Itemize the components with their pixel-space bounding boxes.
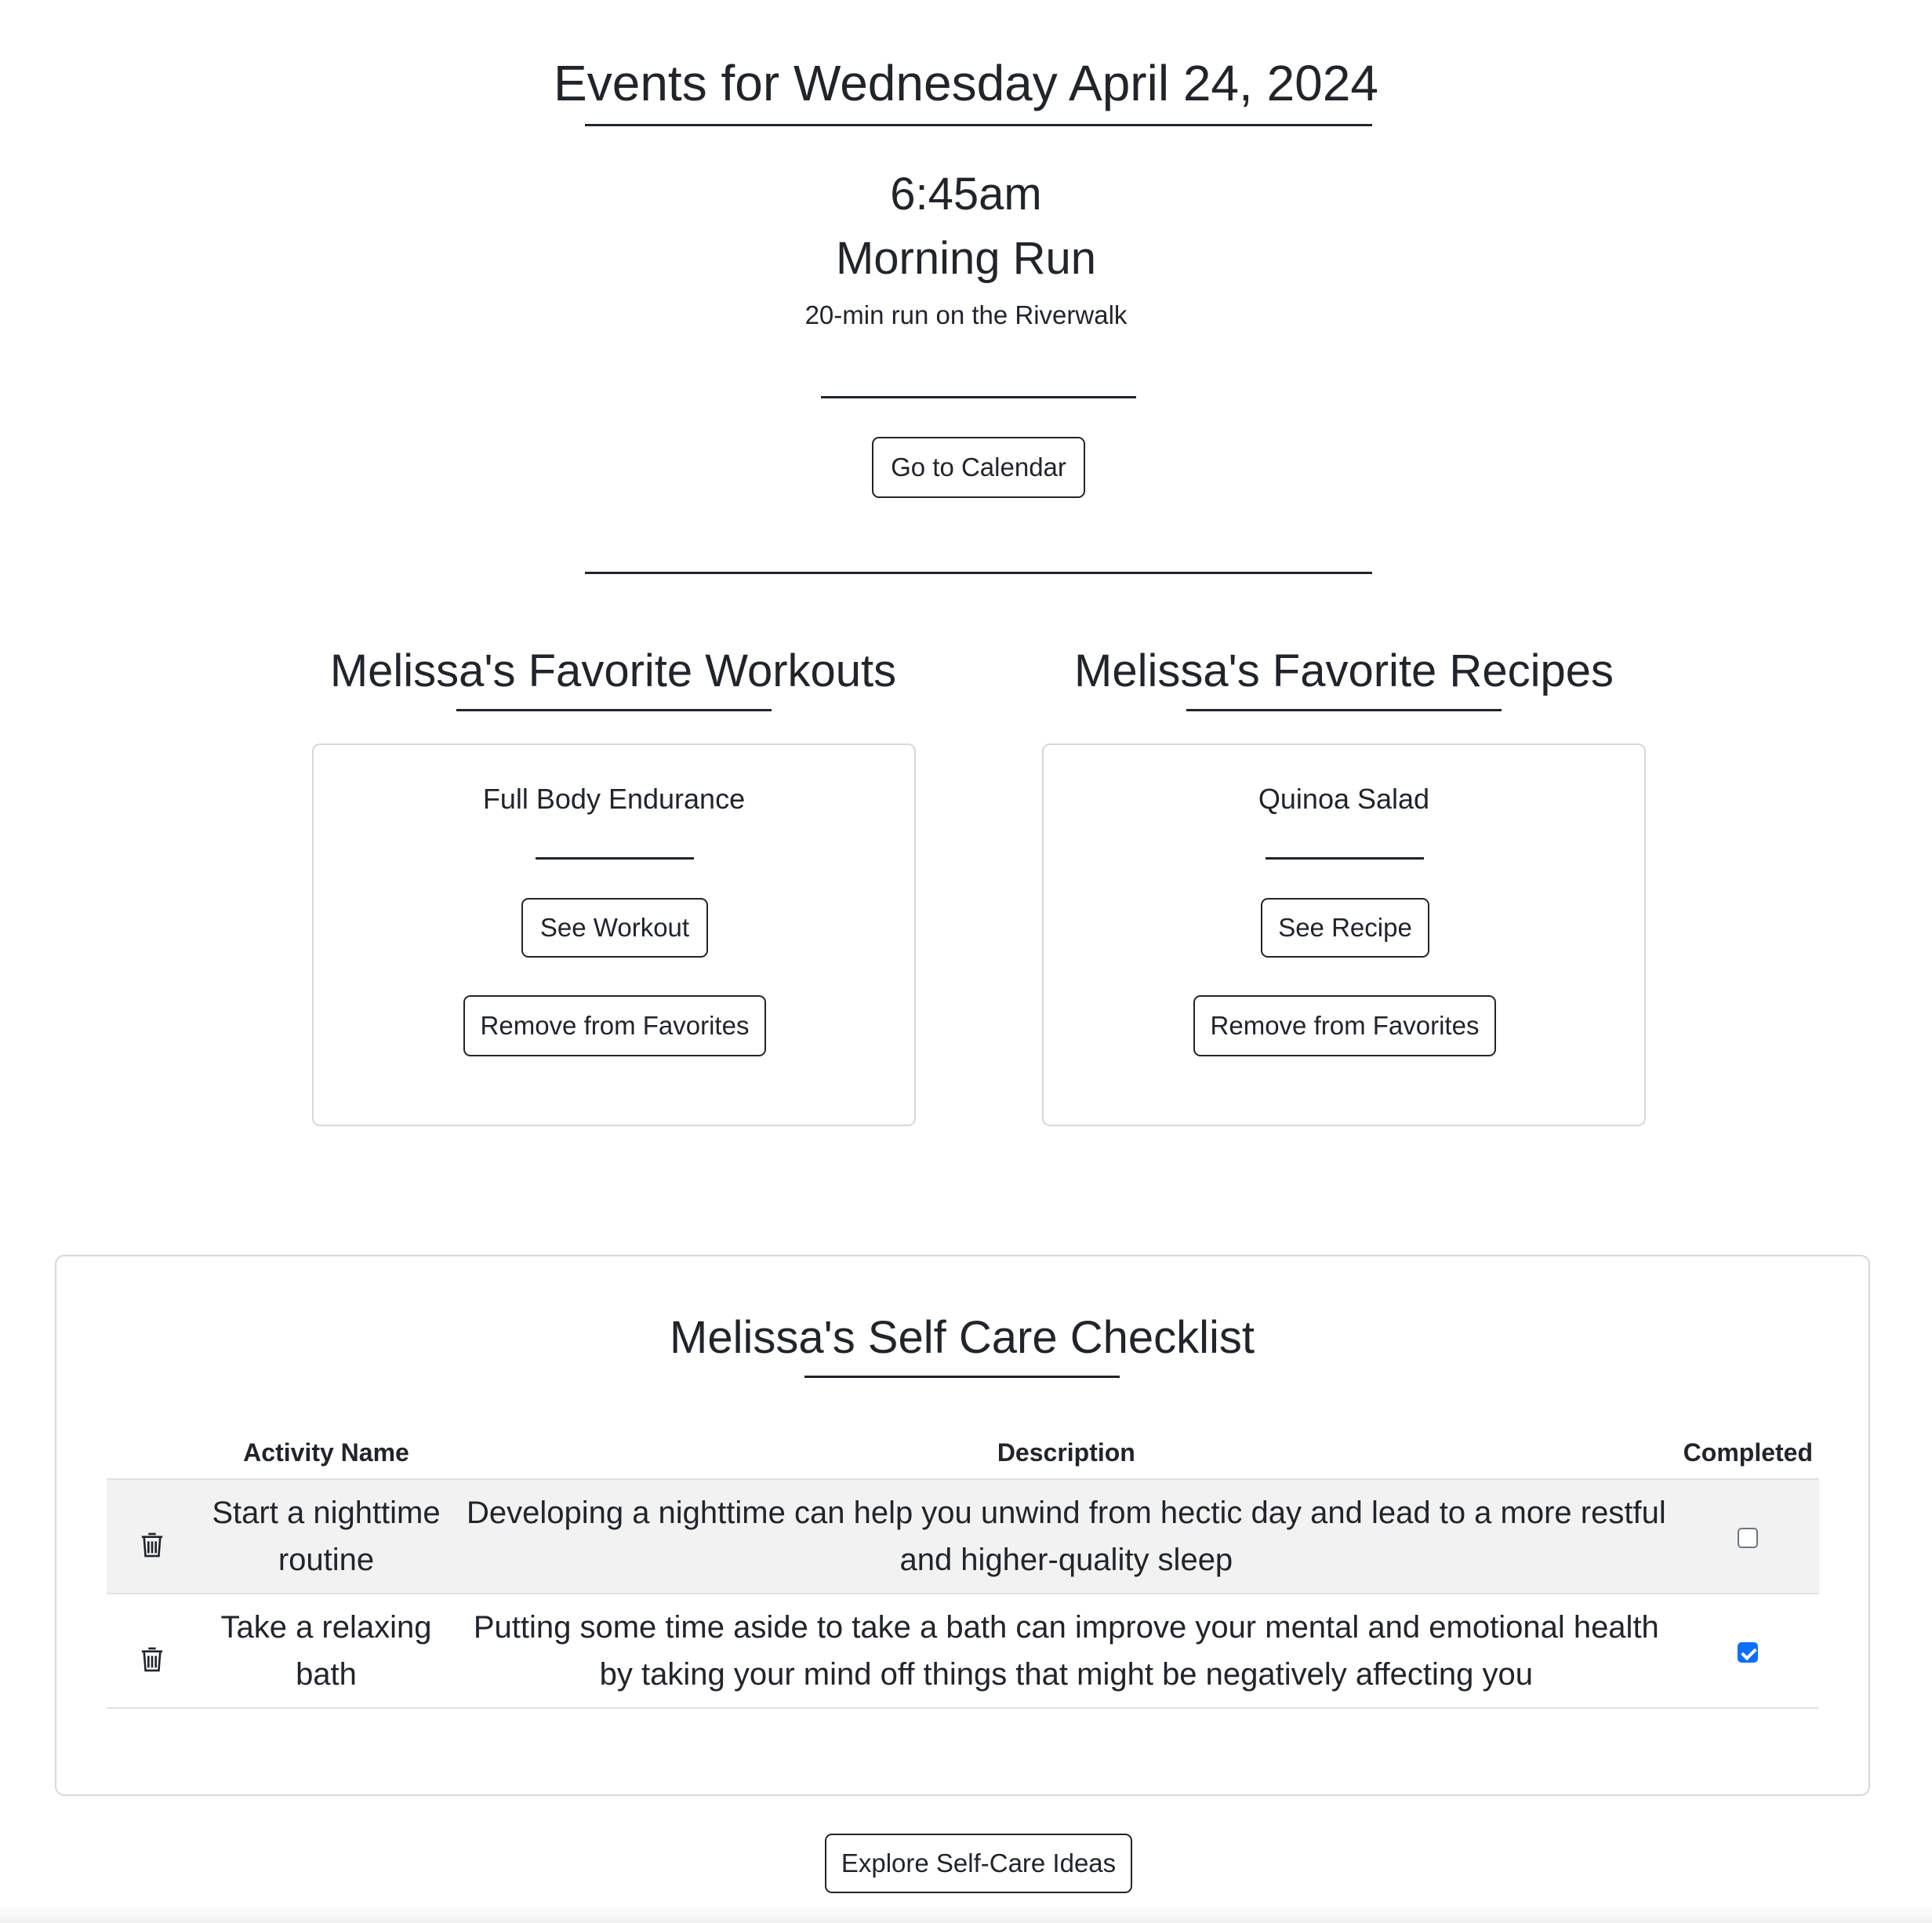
description-header: Description — [997, 1438, 1135, 1467]
checklist-heading-divider — [804, 1376, 1120, 1378]
recipes-heading-divider — [1186, 709, 1502, 711]
recipe-card: Quinoa Salad See Recipe Remove from Favo… — [1042, 743, 1646, 1126]
event-divider — [821, 396, 1136, 398]
self-care-checklist-table: Activity Name Description Completed Star… — [107, 1427, 1819, 1709]
event-time: 6:45am — [890, 169, 1042, 220]
completed-cell — [1676, 1479, 1819, 1594]
event-title: Morning Run — [835, 233, 1097, 284]
workout-card-divider — [536, 857, 694, 860]
go-to-calendar-button[interactable]: Go to Calendar — [872, 437, 1085, 498]
recipe-card-title: Quinoa Salad — [1258, 783, 1430, 815]
see-workout-button[interactable]: See Workout — [521, 898, 708, 958]
completed-checkbox-icon[interactable] — [1738, 1642, 1759, 1663]
trash-icon[interactable] — [140, 1639, 164, 1672]
explore-self-care-ideas-button[interactable]: Explore Self-Care Ideas — [825, 1834, 1132, 1893]
activity-name-cell: Take a relaxing bath — [197, 1594, 456, 1709]
activity-name-cell: Start a nighttime routine — [197, 1479, 456, 1594]
delete-cell — [107, 1594, 197, 1709]
remove-workout-from-favorites-button[interactable]: Remove from Favorites — [463, 995, 766, 1056]
table-header-row: Activity Name Description Completed — [107, 1427, 1819, 1479]
table-row: Start a nighttime routine Developing a n… — [107, 1479, 1819, 1594]
workout-card: Full Body Endurance See Workout Remove f… — [312, 743, 916, 1126]
events-heading-divider — [585, 124, 1372, 126]
workouts-heading-divider — [456, 709, 772, 711]
delete-column-header — [107, 1427, 197, 1479]
completed-checkbox-icon[interactable] — [1738, 1528, 1759, 1549]
self-care-checklist-heading: Melissa's Self Care Checklist — [670, 1312, 1255, 1363]
see-recipe-button[interactable]: See Recipe — [1261, 898, 1429, 958]
favorite-recipes-heading: Melissa's Favorite Recipes — [1074, 645, 1614, 696]
completed-header: Completed — [1683, 1438, 1813, 1467]
page-bottom-edge — [0, 1906, 1932, 1923]
description-cell: Putting some time aside to take a bath c… — [456, 1594, 1677, 1709]
activity-name-header: Activity Name — [243, 1438, 409, 1467]
section-divider — [585, 572, 1372, 574]
completed-cell — [1676, 1594, 1819, 1709]
description-cell: Developing a nighttime can help you unwi… — [456, 1479, 1677, 1594]
event-description: 20-min run on the Riverwalk — [804, 300, 1128, 329]
table-row: Take a relaxing bath Putting some time a… — [107, 1594, 1819, 1709]
trash-icon[interactable] — [140, 1525, 164, 1558]
events-heading: Events for Wednesday April 24, 2024 — [554, 55, 1378, 111]
remove-recipe-from-favorites-button[interactable]: Remove from Favorites — [1193, 995, 1496, 1056]
favorite-workouts-heading: Melissa's Favorite Workouts — [329, 645, 897, 696]
recipe-card-divider — [1266, 857, 1424, 860]
workout-card-title: Full Body Endurance — [482, 783, 746, 815]
delete-cell — [107, 1479, 197, 1594]
